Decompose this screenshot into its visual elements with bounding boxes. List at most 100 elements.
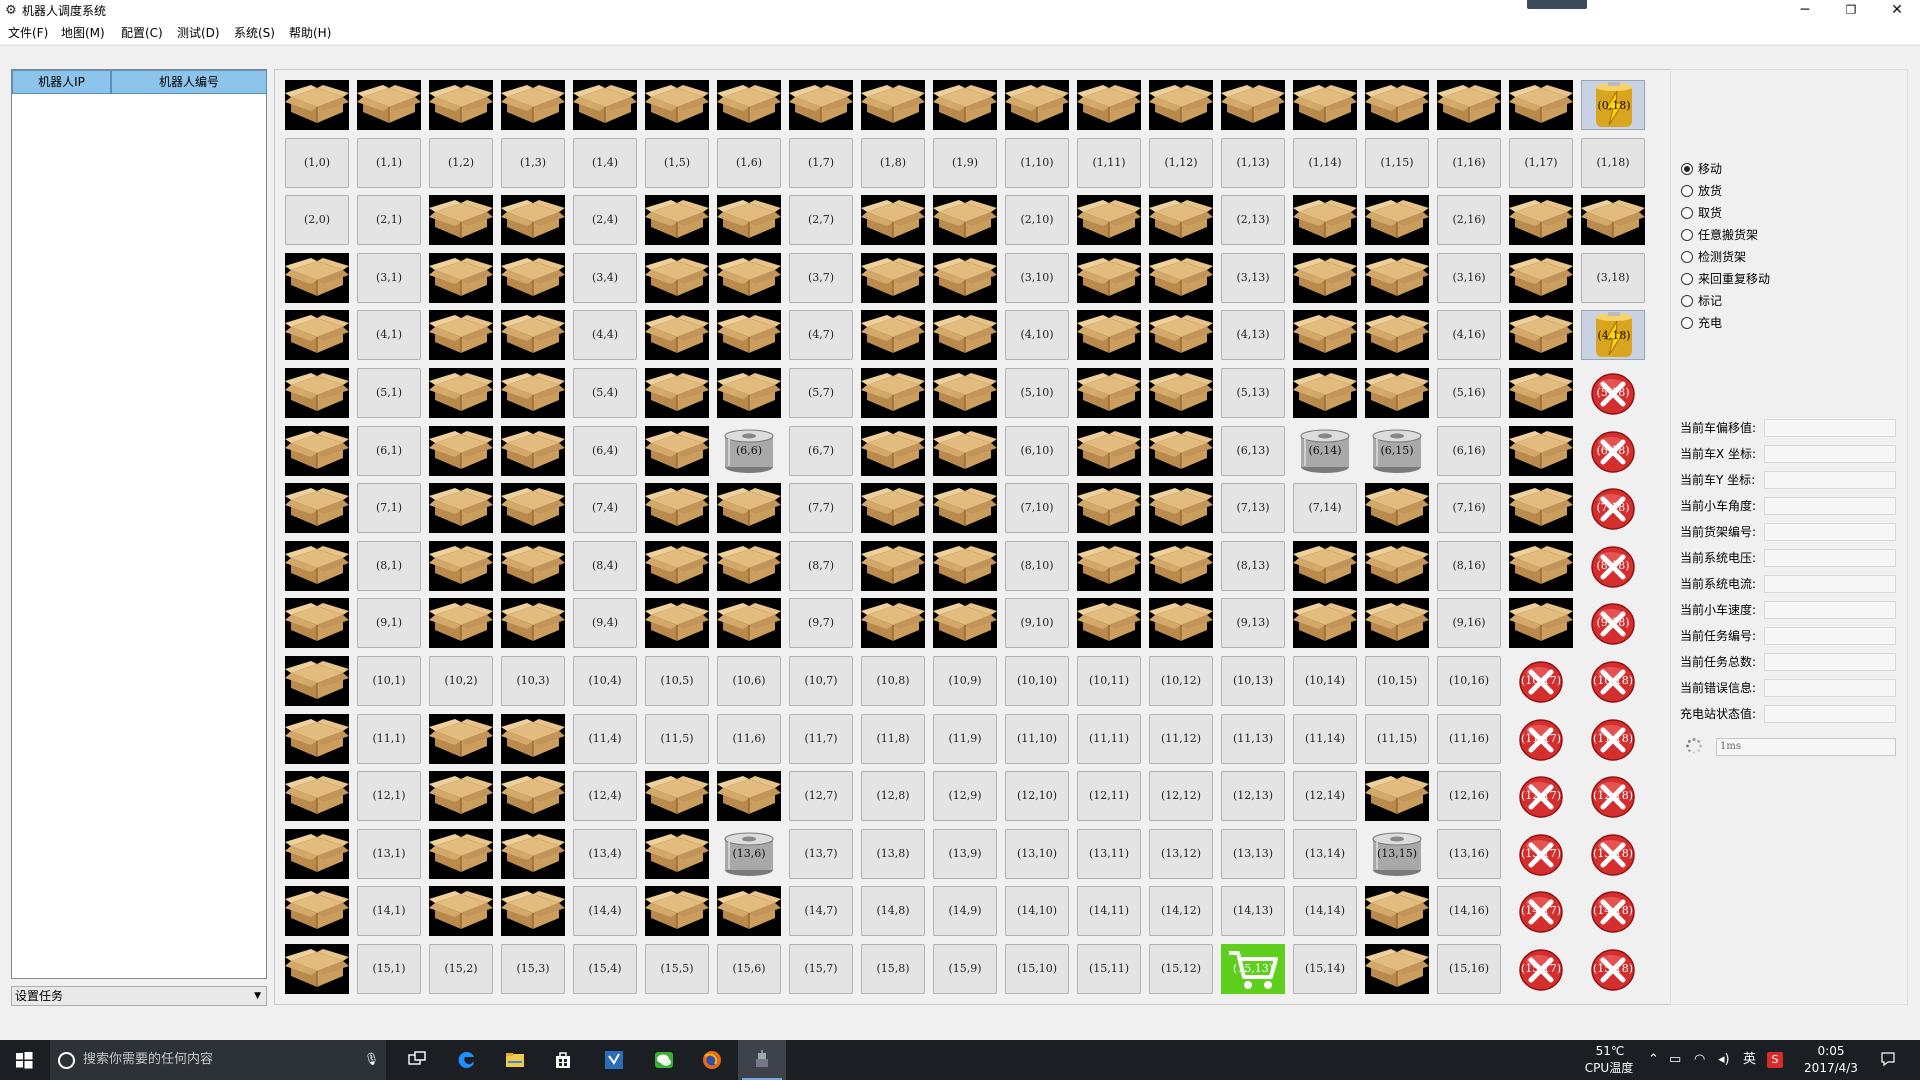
box-cell[interactable]	[645, 541, 709, 591]
empty-cell[interactable]: (15,1)	[357, 944, 421, 994]
empty-cell[interactable]: (1,0)	[285, 138, 349, 188]
empty-cell[interactable]: (15,14)	[1293, 944, 1357, 994]
box-cell[interactable]	[429, 310, 493, 360]
box-cell[interactable]	[1149, 483, 1213, 533]
box-cell[interactable]	[429, 483, 493, 533]
empty-cell[interactable]: (1,9)	[933, 138, 997, 188]
empty-cell[interactable]: (11,1)	[357, 714, 421, 764]
empty-cell[interactable]: (11,5)	[645, 714, 709, 764]
empty-cell[interactable]: (10,2)	[429, 656, 493, 706]
box-cell[interactable]	[933, 541, 997, 591]
empty-cell[interactable]: (3,7)	[789, 253, 853, 303]
box-cell[interactable]	[645, 368, 709, 418]
blocked-cell[interactable]: (15,18)	[1581, 944, 1645, 994]
box-cell[interactable]	[1365, 80, 1429, 130]
empty-cell[interactable]: (14,10)	[1005, 886, 1069, 936]
box-cell[interactable]	[861, 80, 925, 130]
empty-cell[interactable]: (11,13)	[1221, 714, 1285, 764]
empty-cell[interactable]: (10,8)	[861, 656, 925, 706]
box-cell[interactable]	[861, 541, 925, 591]
box-cell[interactable]	[1149, 253, 1213, 303]
status-field-value[interactable]	[1764, 419, 1896, 437]
box-cell[interactable]	[1509, 426, 1573, 476]
empty-cell[interactable]: (10,6)	[717, 656, 781, 706]
box-cell[interactable]	[861, 253, 925, 303]
column-header-robot-ip[interactable]: 机器人IP	[12, 70, 111, 94]
empty-cell[interactable]: (9,13)	[1221, 598, 1285, 648]
empty-cell[interactable]: (5,13)	[1221, 368, 1285, 418]
empty-cell[interactable]: (1,14)	[1293, 138, 1357, 188]
empty-cell[interactable]: (11,16)	[1437, 714, 1501, 764]
box-cell[interactable]	[717, 195, 781, 245]
status-field-value[interactable]	[1764, 497, 1896, 515]
status-field-value[interactable]	[1764, 523, 1896, 541]
box-cell[interactable]	[1077, 368, 1141, 418]
empty-cell[interactable]: (8,1)	[357, 541, 421, 591]
box-cell[interactable]	[933, 598, 997, 648]
empty-cell[interactable]: (4,1)	[357, 310, 421, 360]
box-cell[interactable]	[285, 80, 349, 130]
empty-cell[interactable]: (12,12)	[1149, 771, 1213, 821]
box-cell[interactable]	[645, 195, 709, 245]
box-cell[interactable]	[717, 80, 781, 130]
box-cell[interactable]	[645, 80, 709, 130]
box-cell[interactable]	[1365, 253, 1429, 303]
task-select-dropdown[interactable]: 设置任务 ▼	[11, 986, 267, 1006]
status-field-value[interactable]	[1764, 471, 1896, 489]
visual-studio-icon[interactable]	[590, 1040, 638, 1080]
empty-cell[interactable]: (13,9)	[933, 829, 997, 879]
windows-start-icon[interactable]	[0, 1040, 48, 1080]
box-cell[interactable]	[717, 598, 781, 648]
box-cell[interactable]	[501, 483, 565, 533]
empty-cell[interactable]: (14,11)	[1077, 886, 1141, 936]
reel-cell[interactable]: (6,14)	[1293, 426, 1357, 476]
empty-cell[interactable]: (13,8)	[861, 829, 925, 879]
empty-cell[interactable]: (11,11)	[1077, 714, 1141, 764]
box-cell[interactable]	[1149, 598, 1213, 648]
box-cell[interactable]	[1509, 541, 1573, 591]
blocked-cell[interactable]: (6,18)	[1581, 426, 1645, 476]
empty-cell[interactable]: (15,10)	[1005, 944, 1069, 994]
empty-cell[interactable]: (13,13)	[1221, 829, 1285, 879]
blocked-cell[interactable]: (11,18)	[1581, 714, 1645, 764]
box-cell[interactable]	[789, 80, 853, 130]
blocked-cell[interactable]: (8,18)	[1581, 541, 1645, 591]
box-cell[interactable]	[429, 598, 493, 648]
empty-cell[interactable]: (10,5)	[645, 656, 709, 706]
box-cell[interactable]	[429, 829, 493, 879]
box-cell[interactable]	[501, 253, 565, 303]
empty-cell[interactable]: (2,13)	[1221, 195, 1285, 245]
box-cell[interactable]	[1509, 80, 1573, 130]
empty-cell[interactable]: (14,4)	[573, 886, 637, 936]
box-cell[interactable]	[1077, 541, 1141, 591]
empty-cell[interactable]: (9,7)	[789, 598, 853, 648]
menu-map[interactable]: 地图(M)	[61, 26, 105, 40]
empty-cell[interactable]: (10,3)	[501, 656, 565, 706]
menu-help[interactable]: 帮助(H)	[289, 26, 331, 40]
empty-cell[interactable]: (10,4)	[573, 656, 637, 706]
charger-cell[interactable]: (0,18)	[1581, 80, 1645, 130]
box-cell[interactable]	[501, 80, 565, 130]
empty-cell[interactable]: (13,16)	[1437, 829, 1501, 879]
box-cell[interactable]	[1509, 368, 1573, 418]
box-cell[interactable]	[717, 483, 781, 533]
box-cell[interactable]	[1293, 80, 1357, 130]
empty-cell[interactable]: (4,4)	[573, 310, 637, 360]
firefox-icon[interactable]	[688, 1040, 736, 1080]
empty-cell[interactable]: (1,5)	[645, 138, 709, 188]
box-cell[interactable]	[933, 426, 997, 476]
box-cell[interactable]	[1365, 886, 1429, 936]
blocked-cell[interactable]: (14,17)	[1509, 886, 1573, 936]
empty-cell[interactable]: (3,18)	[1581, 253, 1645, 303]
search-placeholder[interactable]: 搜索你需要的任何内容	[83, 1052, 213, 1068]
empty-cell[interactable]: (4,10)	[1005, 310, 1069, 360]
empty-cell[interactable]: (9,10)	[1005, 598, 1069, 648]
ime-indicator[interactable]: 英	[1743, 1052, 1756, 1068]
empty-cell[interactable]: (5,16)	[1437, 368, 1501, 418]
box-cell[interactable]	[501, 195, 565, 245]
empty-cell[interactable]: (12,14)	[1293, 771, 1357, 821]
close-button[interactable]: ✕	[1874, 0, 1920, 22]
box-cell[interactable]	[1149, 310, 1213, 360]
cart-cell[interactable]: (15,13)	[1221, 944, 1285, 994]
box-cell[interactable]	[1293, 310, 1357, 360]
